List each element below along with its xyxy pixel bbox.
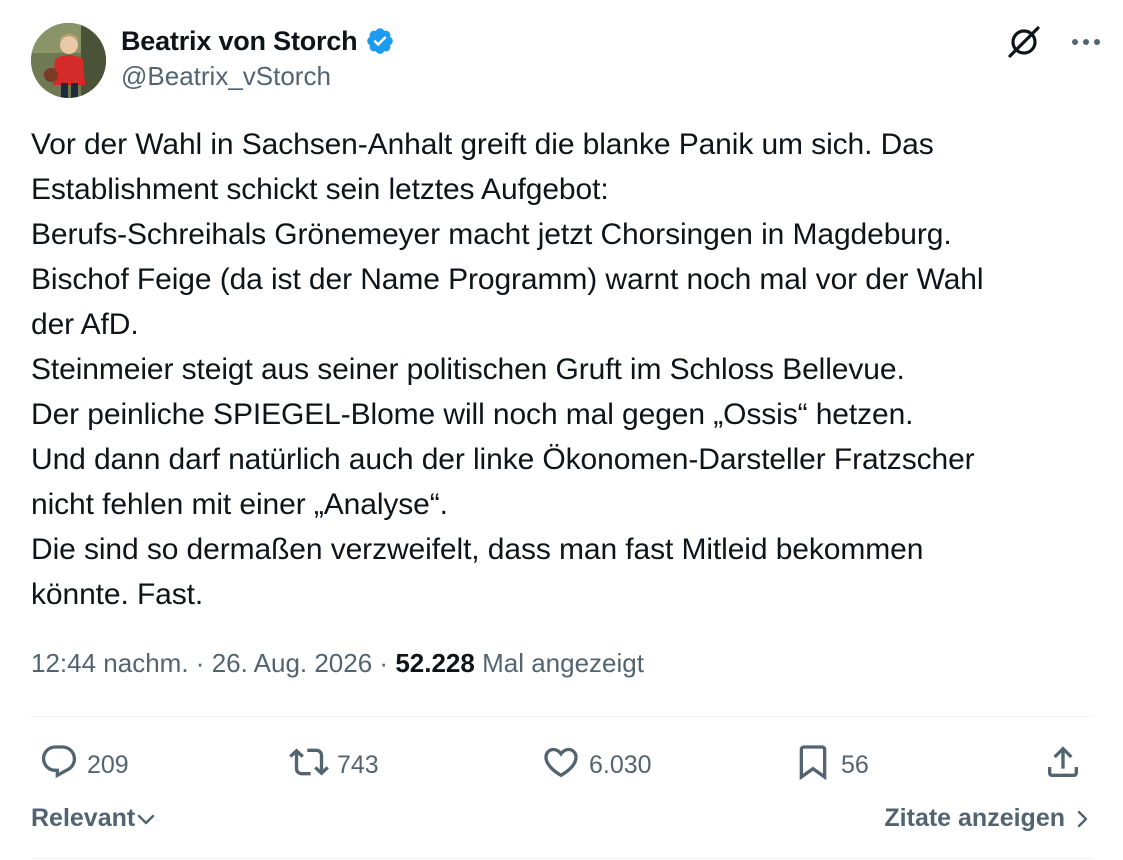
tweet-text: Vor der Wahl in Sachsen-Anhalt greift di… [31, 128, 984, 611]
divider [31, 716, 1093, 717]
avatar[interactable] [31, 23, 106, 98]
more-icon[interactable] [1070, 22, 1102, 62]
author-handle[interactable]: @Beatrix_vStorch [121, 61, 331, 92]
tweet-meta: 12:44 nachm. · 26. Aug. 2026 · 52.228 Ma… [31, 648, 644, 679]
sort-dropdown[interactable]: Relevant [31, 804, 157, 833]
heart-icon [541, 742, 581, 789]
meta-separator: · [379, 648, 389, 678]
like-button[interactable]: 6.030 [541, 742, 652, 789]
avatar-image [31, 23, 106, 98]
like-count: 6.030 [589, 751, 652, 779]
repost-count: 743 [337, 751, 379, 779]
bookmark-icon [793, 742, 833, 789]
reply-button[interactable]: 209 [39, 742, 129, 789]
grok-icon[interactable] [1004, 22, 1044, 62]
share-icon [1043, 742, 1083, 789]
author-display-name[interactable]: Beatrix von Storch [121, 26, 358, 57]
tweet-date[interactable]: 26. Aug. 2026 [212, 648, 372, 678]
share-button[interactable] [1043, 742, 1083, 789]
chevron-right-icon [1071, 808, 1093, 830]
tweet-time[interactable]: 12:44 nachm. [31, 648, 189, 678]
reply-count: 209 [87, 751, 129, 779]
tweet-top-actions [1004, 22, 1102, 62]
sort-label: Relevant [31, 804, 136, 832]
bookmark-button[interactable]: 56 [793, 742, 869, 789]
view-quotes-link[interactable]: Zitate anzeigen [884, 804, 1093, 833]
repost-button[interactable]: 743 [289, 742, 379, 789]
verified-badge-icon[interactable] [365, 26, 395, 56]
meta-separator: · [195, 648, 205, 678]
quotes-label: Zitate anzeigen [884, 804, 1065, 832]
chevron-down-icon [135, 808, 157, 830]
views-count: 52.228 [395, 648, 475, 678]
action-bar: 209 743 6.030 56 [0, 740, 1123, 786]
bookmark-count: 56 [841, 751, 869, 779]
divider [31, 858, 1093, 859]
replies-footer: Relevant Zitate anzeigen [31, 800, 1093, 842]
views-label: Mal angezeigt [482, 648, 644, 678]
reply-icon [39, 742, 79, 789]
author-name-row: Beatrix von Storch [121, 24, 395, 58]
repost-icon [289, 742, 329, 789]
